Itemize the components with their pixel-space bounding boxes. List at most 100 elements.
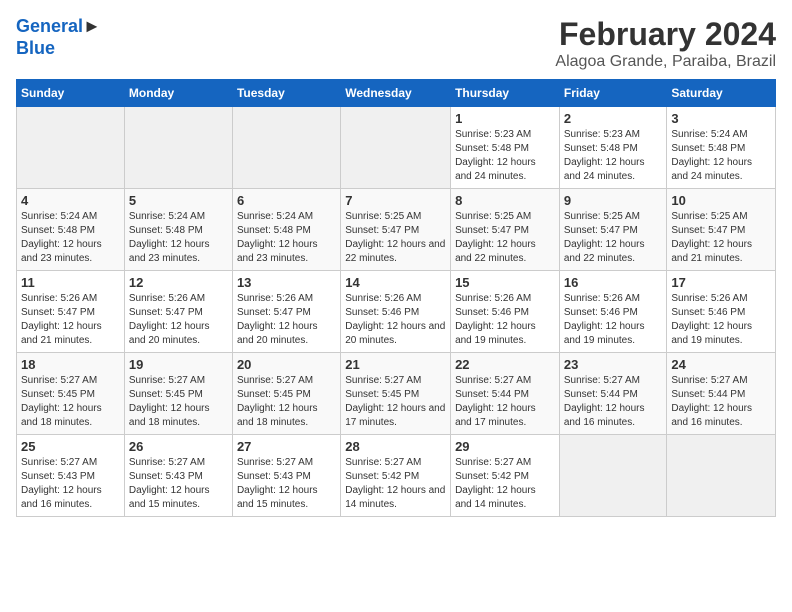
calendar-cell: 9 Sunrise: 5:25 AMSunset: 5:47 PMDaylight… (559, 189, 667, 271)
page-header: General►Blue February 2024 Alagoa Grande… (16, 16, 776, 71)
day-number: 20 (237, 357, 336, 372)
day-info: Sunrise: 5:26 AMSunset: 5:46 PMDaylight:… (345, 292, 446, 348)
day-header-friday: Friday (559, 80, 667, 107)
day-number: 12 (129, 275, 228, 290)
day-info: Sunrise: 5:27 AMSunset: 5:43 PMDaylight:… (129, 456, 228, 512)
day-number: 26 (129, 439, 228, 454)
day-number: 17 (671, 275, 771, 290)
calendar-header-row: SundayMondayTuesdayWednesdayThursdayFrid… (17, 80, 776, 107)
calendar-cell: 7 Sunrise: 5:25 AMSunset: 5:47 PMDaylight… (341, 189, 451, 271)
day-number: 4 (21, 193, 120, 208)
day-info: Sunrise: 5:27 AMSunset: 5:44 PMDaylight:… (455, 374, 555, 430)
calendar-cell: 28 Sunrise: 5:27 AMSunset: 5:42 PMDayligh… (341, 435, 451, 517)
calendar-cell: 12 Sunrise: 5:26 AMSunset: 5:47 PMDayligh… (124, 271, 232, 353)
calendar-cell (667, 435, 776, 517)
calendar-cell (341, 107, 451, 189)
day-number: 28 (345, 439, 446, 454)
day-info: Sunrise: 5:24 AMSunset: 5:48 PMDaylight:… (129, 210, 228, 266)
calendar-cell: 27Sunrise: 5:27 AMSunset: 5:43 PMDayligh… (232, 435, 340, 517)
calendar-cell: 15 Sunrise: 5:26 AMSunset: 5:46 PMDayligh… (451, 271, 560, 353)
day-number: 14 (345, 275, 446, 290)
main-title: February 2024 (555, 16, 776, 53)
day-number: 15 (455, 275, 555, 290)
day-info: Sunrise: 5:27 AMSunset: 5:42 PMDaylight:… (345, 456, 446, 512)
day-number: 11 (21, 275, 120, 290)
calendar-cell: 17Sunrise: 5:26 AMSunset: 5:46 PMDayligh… (667, 271, 776, 353)
calendar-cell: 3 Sunrise: 5:24 AMSunset: 5:48 PMDaylight… (667, 107, 776, 189)
day-number: 7 (345, 193, 446, 208)
day-header-monday: Monday (124, 80, 232, 107)
day-number: 16 (564, 275, 663, 290)
calendar-cell: 13 Sunrise: 5:26 AMSunset: 5:47 PMDayligh… (232, 271, 340, 353)
calendar-cell: 8Sunrise: 5:25 AMSunset: 5:47 PMDaylight… (451, 189, 560, 271)
day-number: 6 (237, 193, 336, 208)
day-number: 5 (129, 193, 228, 208)
calendar-cell: 21Sunrise: 5:27 AMSunset: 5:45 PMDayligh… (341, 353, 451, 435)
day-info: Sunrise: 5:27 AMSunset: 5:45 PMDaylight:… (237, 374, 336, 430)
logo: General►Blue (16, 16, 101, 59)
day-info: Sunrise: 5:25 AMSunset: 5:47 PMDaylight:… (345, 210, 446, 266)
day-info: Sunrise: 5:26 AMSunset: 5:47 PMDaylight:… (237, 292, 336, 348)
day-info: Sunrise: 5:27 AMSunset: 5:44 PMDaylight:… (671, 374, 771, 430)
day-info: Sunrise: 5:27 AMSunset: 5:42 PMDaylight:… (455, 456, 555, 512)
day-info: Sunrise: 5:23 AMSunset: 5:48 PMDaylight:… (455, 128, 555, 184)
day-info: Sunrise: 5:24 AMSunset: 5:48 PMDaylight:… (21, 210, 120, 266)
day-number: 24 (671, 357, 771, 372)
day-number: 29 (455, 439, 555, 454)
calendar-table: SundayMondayTuesdayWednesdayThursdayFrid… (16, 79, 776, 517)
day-info: Sunrise: 5:27 AMSunset: 5:43 PMDaylight:… (237, 456, 336, 512)
logo-text: General►Blue (16, 16, 101, 59)
calendar-cell: 10Sunrise: 5:25 AMSunset: 5:47 PMDayligh… (667, 189, 776, 271)
day-header-wednesday: Wednesday (341, 80, 451, 107)
day-number: 1 (455, 111, 555, 126)
day-number: 3 (671, 111, 771, 126)
day-number: 23 (564, 357, 663, 372)
calendar-cell (232, 107, 340, 189)
calendar-week-row: 4 Sunrise: 5:24 AMSunset: 5:48 PMDaylight… (17, 189, 776, 271)
day-number: 13 (237, 275, 336, 290)
day-info: Sunrise: 5:24 AMSunset: 5:48 PMDaylight:… (671, 128, 771, 184)
calendar-cell: 26 Sunrise: 5:27 AMSunset: 5:43 PMDayligh… (124, 435, 232, 517)
calendar-cell: 6 Sunrise: 5:24 AMSunset: 5:48 PMDaylight… (232, 189, 340, 271)
subtitle: Alagoa Grande, Paraiba, Brazil (555, 53, 776, 71)
day-number: 25 (21, 439, 120, 454)
calendar-cell: 18 Sunrise: 5:27 AMSunset: 5:45 PMDayligh… (17, 353, 125, 435)
calendar-body: 1 Sunrise: 5:23 AMSunset: 5:48 PMDaylight… (17, 107, 776, 517)
calendar-cell: 16 Sunrise: 5:26 AMSunset: 5:46 PMDayligh… (559, 271, 667, 353)
title-area: February 2024 Alagoa Grande, Paraiba, Br… (555, 16, 776, 71)
day-info: Sunrise: 5:27 AMSunset: 5:45 PMDaylight:… (129, 374, 228, 430)
day-header-thursday: Thursday (451, 80, 560, 107)
day-header-tuesday: Tuesday (232, 80, 340, 107)
calendar-week-row: 18 Sunrise: 5:27 AMSunset: 5:45 PMDayligh… (17, 353, 776, 435)
day-number: 18 (21, 357, 120, 372)
day-info: Sunrise: 5:26 AMSunset: 5:47 PMDaylight:… (129, 292, 228, 348)
day-number: 9 (564, 193, 663, 208)
day-number: 22 (455, 357, 555, 372)
day-info: Sunrise: 5:26 AMSunset: 5:46 PMDaylight:… (564, 292, 663, 348)
day-number: 21 (345, 357, 446, 372)
calendar-cell: 23 Sunrise: 5:27 AMSunset: 5:44 PMDayligh… (559, 353, 667, 435)
calendar-cell (17, 107, 125, 189)
day-info: Sunrise: 5:27 AMSunset: 5:45 PMDaylight:… (21, 374, 120, 430)
day-info: Sunrise: 5:25 AMSunset: 5:47 PMDaylight:… (671, 210, 771, 266)
calendar-cell: 20 Sunrise: 5:27 AMSunset: 5:45 PMDayligh… (232, 353, 340, 435)
day-info: Sunrise: 5:23 AMSunset: 5:48 PMDaylight:… (564, 128, 663, 184)
calendar-cell: 25 Sunrise: 5:27 AMSunset: 5:43 PMDayligh… (17, 435, 125, 517)
calendar-cell: 24 Sunrise: 5:27 AMSunset: 5:44 PMDayligh… (667, 353, 776, 435)
day-info: Sunrise: 5:24 AMSunset: 5:48 PMDaylight:… (237, 210, 336, 266)
calendar-cell: 5 Sunrise: 5:24 AMSunset: 5:48 PMDaylight… (124, 189, 232, 271)
day-info: Sunrise: 5:25 AMSunset: 5:47 PMDaylight:… (564, 210, 663, 266)
day-info: Sunrise: 5:27 AMSunset: 5:43 PMDaylight:… (21, 456, 120, 512)
day-number: 19 (129, 357, 228, 372)
calendar-cell: 4 Sunrise: 5:24 AMSunset: 5:48 PMDaylight… (17, 189, 125, 271)
day-info: Sunrise: 5:27 AMSunset: 5:44 PMDaylight:… (564, 374, 663, 430)
calendar-cell: 1 Sunrise: 5:23 AMSunset: 5:48 PMDaylight… (451, 107, 560, 189)
calendar-week-row: 1 Sunrise: 5:23 AMSunset: 5:48 PMDaylight… (17, 107, 776, 189)
day-header-saturday: Saturday (667, 80, 776, 107)
day-number: 8 (455, 193, 555, 208)
day-info: Sunrise: 5:26 AMSunset: 5:46 PMDaylight:… (455, 292, 555, 348)
calendar-cell: 11Sunrise: 5:26 AMSunset: 5:47 PMDayligh… (17, 271, 125, 353)
calendar-cell: 19 Sunrise: 5:27 AMSunset: 5:45 PMDayligh… (124, 353, 232, 435)
calendar-cell (559, 435, 667, 517)
calendar-cell: 14 Sunrise: 5:26 AMSunset: 5:46 PMDayligh… (341, 271, 451, 353)
